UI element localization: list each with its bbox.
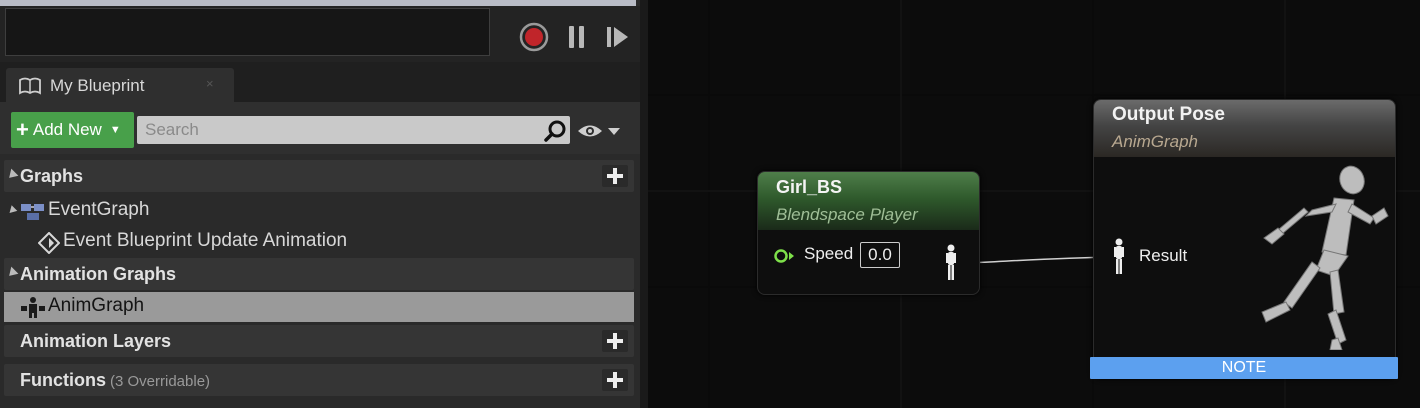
speed-value-field[interactable]	[860, 242, 900, 268]
tree-item-event-blueprint-update[interactable]: Event Blueprint Update Animation	[0, 227, 634, 257]
tab-label: My Blueprint	[50, 76, 145, 95]
node-header: Girl_BS Blendspace Player	[758, 172, 979, 230]
running-mannequin-icon	[1261, 165, 1389, 350]
plus-icon	[607, 168, 623, 184]
chevron-down-icon: ▼	[109, 124, 121, 136]
add-function-button[interactable]	[602, 369, 628, 391]
section-animation-graphs[interactable]: Animation Graphs	[4, 258, 634, 290]
add-new-button[interactable]: + Add New ▼	[11, 112, 134, 148]
note-button[interactable]: NOTE	[1090, 357, 1398, 379]
record-icon	[519, 22, 549, 52]
section-animation-layers[interactable]: Animation Layers	[4, 325, 634, 357]
record-button[interactable]	[519, 22, 549, 52]
add-new-label: Add New	[32, 120, 102, 139]
functions-title: Functions	[20, 370, 106, 390]
node-subtitle: AnimGraph	[1112, 132, 1198, 151]
node-title: Output Pose	[1112, 104, 1225, 125]
plus-icon: +	[16, 117, 29, 142]
my-blueprint-panel: My Blueprint × + Add New ▼ Graphs	[0, 0, 640, 408]
node-header: Output Pose AnimGraph	[1094, 100, 1395, 157]
plus-icon	[607, 333, 623, 349]
pause-button[interactable]	[562, 22, 592, 52]
add-layer-button[interactable]	[602, 330, 628, 352]
output-pose-node[interactable]: Output Pose AnimGraph Result	[1093, 99, 1396, 379]
plus-icon	[607, 372, 623, 388]
expand-arrow-icon	[5, 266, 19, 280]
step-forward-icon	[607, 27, 628, 47]
tree-item-label: AnimGraph	[48, 295, 145, 316]
node-subtitle: Blendspace Player	[776, 205, 918, 224]
tree-item-label: Event Blueprint Update Animation	[63, 230, 348, 251]
anim-graph-icon	[21, 297, 45, 318]
add-graph-button[interactable]	[602, 165, 628, 187]
expand-arrow-icon	[5, 168, 19, 182]
section-functions-label: Functions (3 Overridable)	[20, 370, 210, 391]
section-graphs[interactable]: Graphs	[4, 160, 634, 192]
functions-overridable-count: (3 Overridable)	[110, 373, 211, 390]
blueprint-toolbar: + Add New ▼	[0, 102, 640, 154]
debug-toolbar	[0, 6, 640, 62]
tree-item-animgraph[interactable]: AnimGraph	[4, 292, 634, 322]
pause-icon	[569, 26, 584, 48]
search-icon[interactable]	[543, 119, 567, 143]
eye-visibility-icon[interactable]	[577, 122, 623, 140]
blendspace-player-node[interactable]: Girl_BS Blendspace Player Speed	[757, 171, 980, 295]
expand-arrow-icon	[6, 205, 18, 216]
tab-bar: My Blueprint ×	[0, 62, 640, 102]
section-graphs-label: Graphs	[20, 166, 84, 186]
tree-item-eventgraph[interactable]: EventGraph	[0, 196, 634, 226]
float-pin-icon[interactable]	[774, 248, 796, 264]
step-button[interactable]	[603, 22, 633, 52]
tab-my-blueprint[interactable]: My Blueprint ×	[6, 68, 234, 102]
pose-input-pin-icon[interactable]	[1112, 238, 1126, 276]
event-diamond-icon	[38, 232, 60, 254]
result-pin-label: Result	[1139, 246, 1188, 265]
section-animation-graphs-label: Animation Graphs	[20, 264, 177, 284]
node-title: Girl_BS	[776, 177, 843, 197]
tree-item-label: EventGraph	[48, 199, 150, 220]
close-icon[interactable]: ×	[206, 76, 214, 91]
pose-output-pin-icon[interactable]	[944, 244, 958, 282]
search-input[interactable]	[137, 116, 537, 144]
section-animation-layers-label: Animation Layers	[20, 331, 172, 351]
speed-pin-label: Speed	[804, 244, 854, 263]
book-icon	[19, 77, 41, 95]
search-box	[137, 116, 570, 144]
section-functions[interactable]: Functions (3 Overridable)	[4, 364, 634, 396]
debug-filter-box[interactable]	[5, 8, 490, 56]
event-graph-icon	[21, 204, 44, 220]
